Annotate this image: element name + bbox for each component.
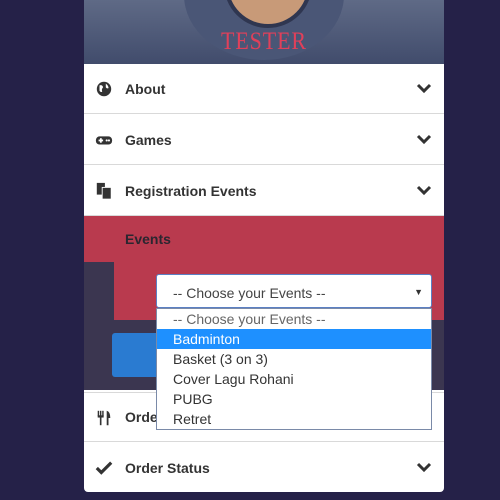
chevron-down-icon [416,134,432,145]
dropdown-option[interactable]: -- Choose your Events -- [157,309,431,329]
gamepad-icon [95,136,113,145]
menu-item-order-status[interactable]: Order Status [84,443,444,492]
menu-label-registration: Registration Events [125,182,257,199]
submenu-item-events[interactable]: Events [84,216,444,263]
cutlery-icon [97,410,111,426]
dropdown-option-highlighted[interactable]: Badminton [157,329,431,349]
check-icon [95,461,113,475]
chevron-down-icon [416,462,432,473]
menu-item-games[interactable]: Games [84,115,444,165]
events-select[interactable]: -- Choose your Events -- ▼ [156,274,432,308]
dropdown-option[interactable]: Retret [157,409,431,429]
caret-down-icon: ▼ [414,287,423,297]
chevron-down-icon [416,185,432,196]
menu-item-registration-events[interactable]: Registration Events [84,166,444,216]
chevron-down-icon [416,83,432,94]
menu-label-order-status: Order Status [125,460,210,476]
profile-name: TESTER [221,28,307,55]
events-select-value: -- Choose your Events -- [173,285,326,301]
events-dropdown-list: -- Choose your Events -- Badminton Baske… [156,308,432,430]
documents-icon [96,182,112,200]
menu-label-about: About [125,80,166,97]
globe-icon [96,81,112,97]
submenu-label-events: Events [125,231,171,247]
dropdown-option[interactable]: Basket (3 on 3) [157,349,431,369]
profile-banner: TESTER [84,0,444,64]
menu-label-games: Games [125,131,172,148]
dropdown-option[interactable]: PUBG [157,389,431,409]
menu-item-about[interactable]: About [84,64,444,114]
dropdown-option[interactable]: Cover Lagu Rohani [157,369,431,389]
menu-label-order: Orde [125,409,158,425]
sidebar-panel: TESTER About Games Registration Events E… [84,0,444,492]
